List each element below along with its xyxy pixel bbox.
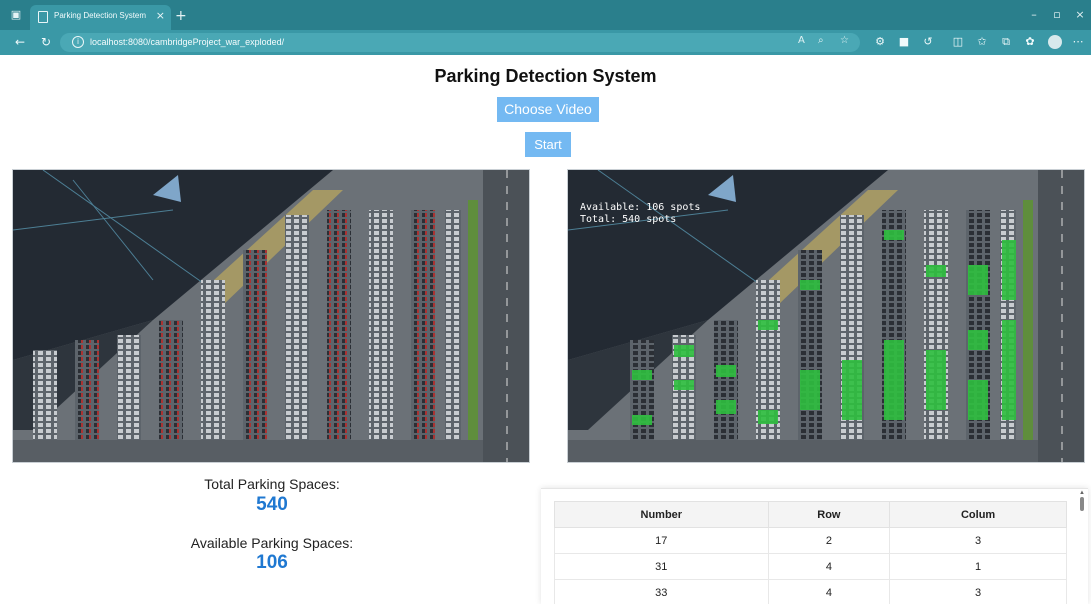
available-spaces-value: 106 [256,552,288,573]
cell-colum: 3 [889,579,1067,604]
cell-number: 17 [554,527,769,554]
total-spots-overlay: Total: 540 spots [580,214,677,225]
read-aloud-icon[interactable]: A [798,35,805,46]
original-video-frame [12,169,530,463]
cell-row: 2 [767,527,891,554]
total-spaces-value: 540 [256,494,288,515]
column-header-number[interactable]: Number [554,501,769,528]
close-tab-icon[interactable]: × [156,9,165,22]
page-title: Parking Detection System [434,66,657,86]
browser-titlebar: ▣ Parking Detection System × + – ▫ × [0,0,1091,30]
start-button[interactable]: Start [525,132,571,157]
tab-actions-icon[interactable]: ▣ [8,7,24,23]
close-window-icon[interactable]: × [1072,7,1088,23]
parking-lot-aerial-image [13,170,529,462]
column-header-colum[interactable]: Colum [889,501,1067,528]
processed-video-frame: Available: 106 spots Total: 540 spots [567,169,1085,463]
total-spaces-label: Total Parking Spaces: [204,476,340,492]
available-spots-overlay: Available: 106 spots [580,202,701,213]
cell-row: 4 [767,553,891,580]
table-header-row: Number Row Colum [554,501,1067,528]
cell-row: 4 [767,579,891,604]
more-menu-icon[interactable]: ⋯ [1070,34,1086,50]
table-row[interactable]: 31 4 1 [554,553,1067,580]
page-icon [38,11,48,23]
address-bar[interactable]: i localhost:8080/cambridgeProject_war_ex… [60,33,860,52]
url-text: localhost:8080/cambridgeProject_war_expl… [90,37,285,47]
table-row[interactable]: 33 4 3 [554,579,1067,604]
info-icon[interactable]: i [72,36,84,48]
cell-colum: 3 [889,527,1067,554]
new-tab-icon[interactable]: + [175,8,187,24]
browser-tab[interactable]: Parking Detection System × [30,5,171,30]
scroll-up-icon[interactable]: ▲ [1079,490,1085,496]
cell-colum: 1 [889,553,1067,580]
favorite-star-icon[interactable]: ☆ [840,35,849,46]
extension-dark-icon[interactable]: ■ [896,34,912,50]
available-spots-table: Number Row Colum 17 2 3 31 4 1 33 4 3 [554,501,1067,604]
zoom-icon[interactable]: ⌕ [818,35,824,46]
table-scrollbar[interactable] [1080,497,1084,511]
tab-title: Parking Detection System [54,11,147,20]
favorites-icon[interactable]: ✩ [974,34,990,50]
choose-video-button[interactable]: Choose Video [497,97,599,122]
cell-number: 31 [554,553,769,580]
profile-avatar[interactable] [1048,35,1062,49]
restore-icon[interactable]: ▫ [1049,7,1065,23]
refresh-icon[interactable]: ↻ [38,34,54,50]
browser-toolbar: ← ↻ i localhost:8080/cambridgeProject_wa… [0,30,1091,55]
table-row[interactable]: 17 2 3 [554,527,1067,554]
collections-icon[interactable]: ⧉ [998,34,1014,50]
back-icon[interactable]: ← [12,34,28,50]
extension-icon[interactable]: ⚙ [872,34,888,50]
copilot-icon[interactable]: ✿ [1022,34,1038,50]
column-header-row[interactable]: Row [767,501,891,528]
minimize-icon[interactable]: – [1026,7,1042,23]
cell-number: 33 [554,579,769,604]
available-spots-table-card: ▲ Number Row Colum 17 2 3 31 4 1 33 4 3 [541,488,1088,604]
refresh-extension-icon[interactable]: ↺ [920,34,936,50]
available-spaces-label: Available Parking Spaces: [190,535,354,551]
split-screen-icon[interactable]: ◫ [950,34,966,50]
